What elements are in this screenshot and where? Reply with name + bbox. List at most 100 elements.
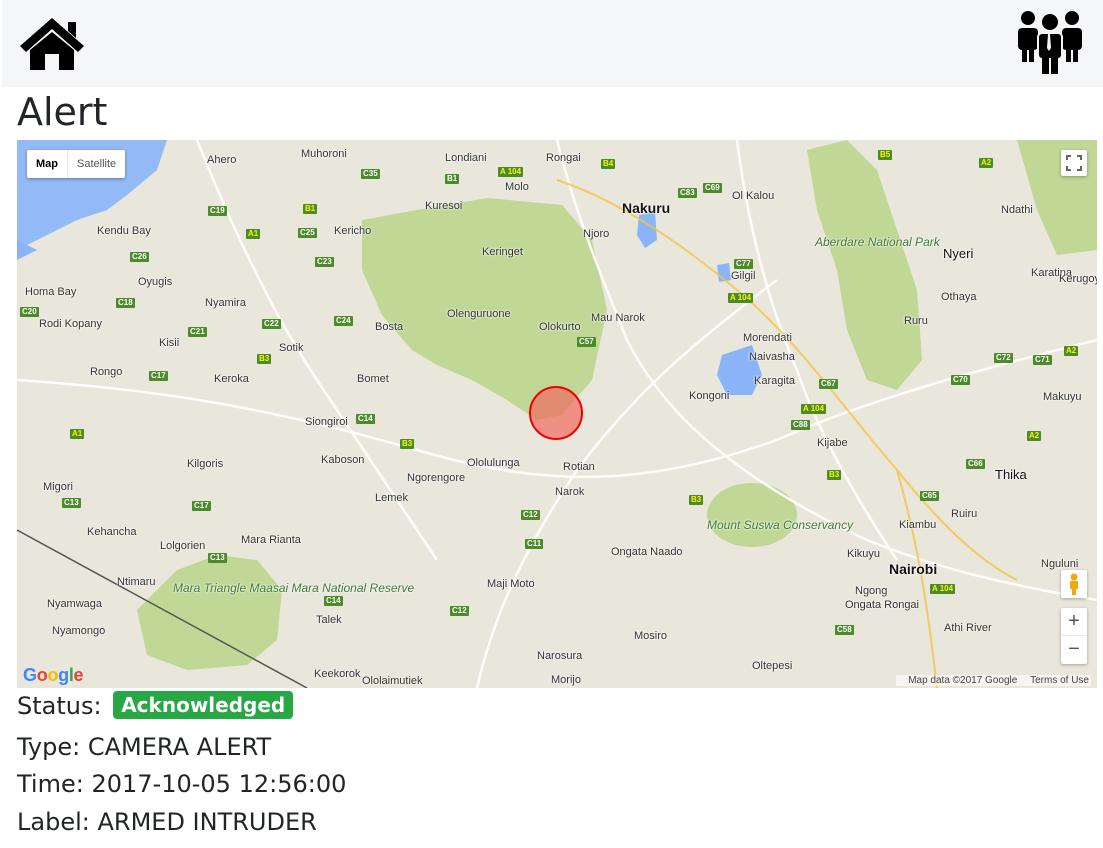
pegman-icon [1070, 573, 1078, 595]
zoom-out-button[interactable]: − [1061, 636, 1087, 664]
map-place: Makuyu [1043, 391, 1082, 403]
map-place: Kongoni [689, 390, 730, 402]
road-shield: A 104 [498, 167, 524, 177]
map-place: Morendati [743, 332, 792, 344]
map-place: Kikuyu [847, 548, 881, 560]
road-shield: C25 [298, 228, 317, 238]
road-shield: C83 [678, 188, 697, 198]
map-place: Lemek [375, 492, 409, 504]
road-shield: B4 [601, 159, 616, 169]
map-place: Ongata Rongai [845, 599, 919, 611]
road-shield: B3 [257, 354, 272, 364]
road-shield: C12 [450, 606, 469, 616]
map-place: Rodi Kopany [39, 318, 102, 330]
road-shield: C66 [966, 459, 985, 469]
road-shield: C14 [356, 414, 375, 424]
map-place: Oltepesi [752, 660, 793, 672]
map-place: Karagita [754, 375, 795, 387]
road-shield: C72 [994, 353, 1013, 363]
page-title: Alert [17, 90, 108, 134]
map-place: Oyugis [138, 276, 173, 288]
road-shield: C19 [208, 206, 227, 216]
terms-of-use-link[interactable]: Terms of Use [1030, 675, 1089, 686]
map-place: Londiani [445, 152, 487, 164]
map-place: Ahero [207, 154, 237, 166]
road-shield: A 104 [728, 293, 754, 303]
road-shield: C77 [734, 259, 753, 269]
map-place: Olokurto [539, 321, 581, 333]
map-data-credit: Map data ©2017 Google [908, 675, 1018, 686]
status-label: Status: [17, 692, 102, 720]
road-shield: C70 [951, 375, 970, 385]
map-place: Nyamira [205, 297, 246, 309]
map-place: Kilgoris [187, 458, 224, 470]
google-logo: Google [23, 665, 84, 685]
map-place: Mau Narok [591, 312, 645, 324]
map-place: Gilgil [731, 270, 756, 282]
map-place: Kerugoya [1059, 273, 1097, 285]
road-shield: B1 [303, 204, 318, 214]
time-row: Time: 2017-10-05 12:56:00 [17, 769, 346, 799]
map-place: Ololulunga [467, 457, 520, 469]
map-place: Kehancha [87, 526, 137, 538]
road-shield: A1 [70, 429, 85, 439]
map-place: Maji Moto [487, 578, 535, 590]
road-shield: B5 [878, 150, 893, 160]
navbar [2, 0, 1103, 87]
map-place: Lolgorien [160, 540, 206, 552]
map-place: Ololaimutiek [362, 675, 423, 687]
map-place: Sotik [279, 342, 304, 354]
street-view-pegman[interactable] [1061, 570, 1087, 598]
map-place: Ruru [904, 315, 928, 327]
map-place: Rotian [563, 461, 595, 473]
road-shield: C11 [525, 539, 544, 549]
road-shield: B3 [827, 470, 842, 480]
road-shield: C12 [521, 510, 540, 520]
zoom-in-button[interactable]: + [1061, 608, 1087, 636]
road-shield: A1 [246, 229, 261, 239]
fullscreen-button[interactable] [1061, 150, 1087, 176]
map-place: Kericho [334, 225, 372, 237]
map-place: Kisii [159, 337, 180, 349]
type-row: Type: CAMERA ALERT [17, 732, 271, 762]
map-place: Nyeri [943, 246, 974, 261]
road-shield: C13 [62, 498, 81, 508]
users-icon[interactable] [1014, 8, 1086, 78]
map-place: Rongai [546, 152, 581, 164]
map-place: Othaya [941, 291, 977, 303]
map-place: Narosura [537, 650, 583, 662]
map-place: Ruiru [951, 508, 978, 520]
alert-map[interactable]: Ahero Muhoroni Londiani Rongai Molo Naku… [17, 140, 1097, 688]
map-place: Ol Kalou [732, 190, 775, 202]
road-shield: B3 [400, 439, 415, 449]
map-park: Aberdare National Park [815, 235, 940, 249]
road-shield: C67 [819, 379, 838, 389]
road-shield: C26 [130, 252, 149, 262]
map-place: Kendu Bay [97, 225, 151, 237]
map-type-map-button[interactable]: Map [27, 150, 68, 178]
map-place: Rongo [90, 366, 123, 378]
map-attribution: Map data ©2017 Google Terms of Use [896, 675, 1091, 686]
map-place: Kijabe [817, 437, 848, 449]
status-row: Status: Acknowledged [17, 691, 294, 721]
map-place: Keringet [482, 246, 523, 258]
map-place: Ngorengore [407, 472, 466, 484]
map-place: Bomet [357, 373, 389, 385]
map-place: Muhoroni [301, 148, 347, 160]
road-shield: C20 [20, 307, 39, 317]
map-place: Ntimaru [117, 576, 156, 588]
map-place: Ndathi [1001, 204, 1033, 216]
road-shield: C14 [324, 596, 343, 606]
map-place: Talek [316, 614, 342, 626]
time-label: Time: [17, 770, 84, 798]
map-place: Nyamwaga [47, 598, 103, 610]
fullscreen-icon [1066, 155, 1082, 171]
label-row: Label: ARMED INTRUDER [17, 807, 317, 837]
map-place: Narok [555, 486, 585, 498]
road-shield: C35 [361, 169, 380, 179]
map-type-satellite-button[interactable]: Satellite [68, 150, 125, 178]
road-shield: B3 [689, 495, 704, 505]
map-place: Keroka [214, 373, 249, 385]
home-icon[interactable] [18, 16, 86, 72]
road-shield: C17 [192, 501, 211, 511]
